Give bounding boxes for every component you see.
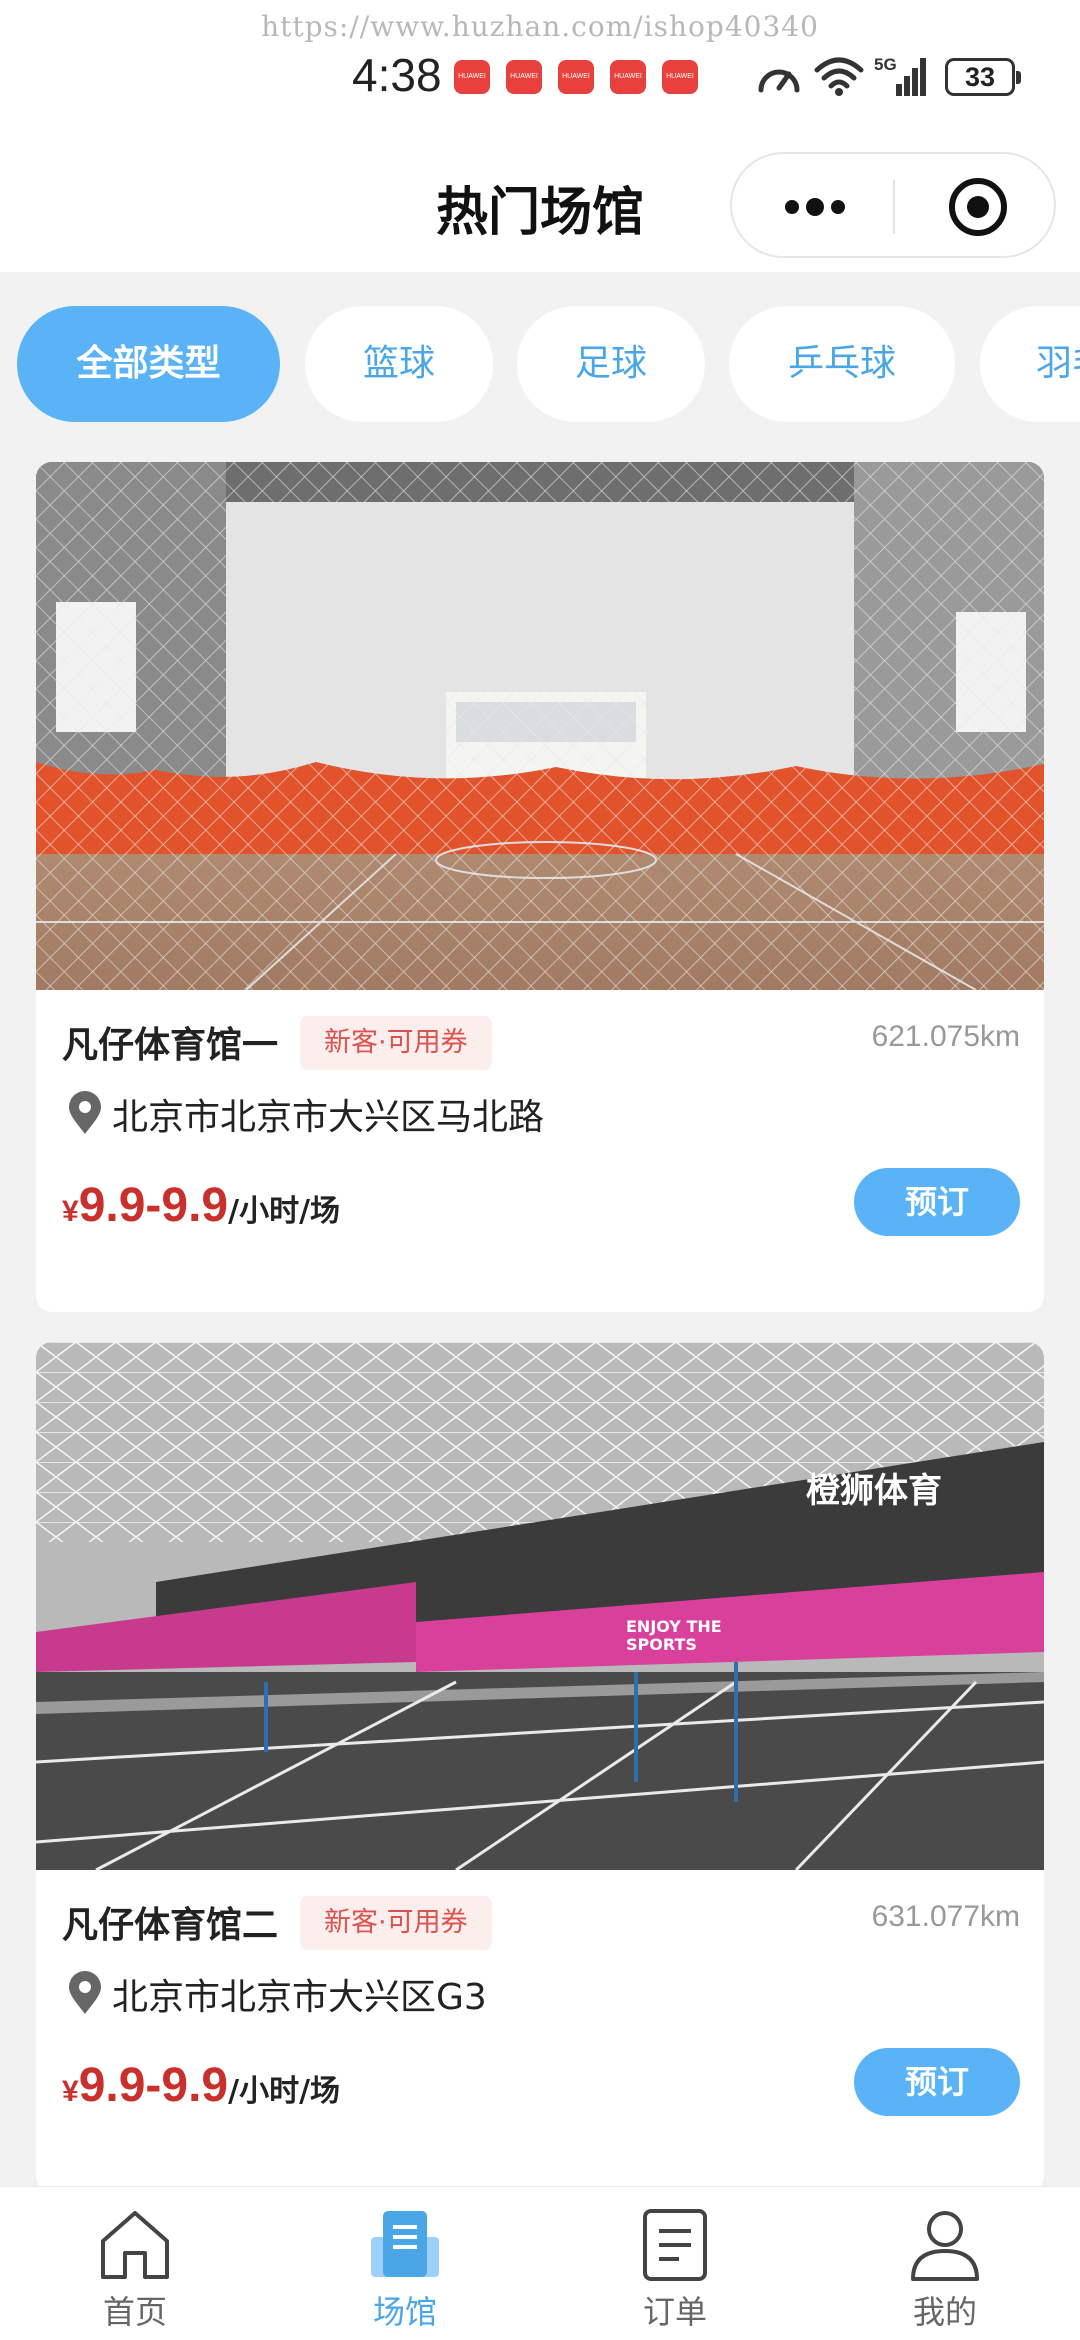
nav-bar: 热门场馆 <box>0 140 1080 272</box>
huawei-notification-icon: HUAWEI <box>454 60 490 94</box>
price-unit: /小时/场 <box>228 2074 341 2109</box>
tabbar-label: 场馆 <box>372 2293 437 2331</box>
photo-slogan-line-1: ENJOY THE <box>626 1617 722 1636</box>
tab-football[interactable]: 足球 <box>517 306 705 422</box>
status-bar: https://www.huzhan.com/ishop40340 4:38 H… <box>0 0 1080 140</box>
tabbar-item-home[interactable]: 首页 <box>0 2187 270 2340</box>
tabbar-item-mine[interactable]: 我的 <box>810 2187 1080 2340</box>
venue-distance: 621.075km <box>871 1020 1020 1053</box>
more-dots-icon[interactable] <box>780 187 850 227</box>
new-customer-coupon-badge: 新客·可用券 <box>300 1896 492 1950</box>
tab-all-types[interactable]: 全部类型 <box>17 306 280 422</box>
tabbar-label: 我的 <box>912 2293 977 2331</box>
category-tabs: 全部类型 篮球 足球 乒乓球 羽毛 <box>0 306 1080 422</box>
tabbar-item-venue[interactable]: 场馆 <box>270 2187 540 2340</box>
price-unit: /小时/场 <box>228 1194 341 1229</box>
venue-name: 凡仔体育馆一 <box>62 1025 279 1066</box>
venue-card[interactable]: 橙狮体育 ENJOY THE SPORTS 凡仔体育馆二 新客·可用券 631.… <box>36 1342 1044 2192</box>
venue-price: 9.9-9.9 <box>78 1179 229 1232</box>
huawei-notification-icon: HUAWEI <box>506 60 542 94</box>
close-target-icon[interactable] <box>946 175 1010 239</box>
location-pin-icon <box>69 1971 101 2014</box>
huawei-notification-icon: HUAWEI <box>610 60 646 94</box>
book-button[interactable]: 预订 <box>854 2048 1020 2116</box>
venue-distance: 631.077km <box>871 1900 1020 1933</box>
venue-card[interactable]: 凡仔体育馆一 新客·可用券 621.075km 北京市北京市大兴区马北路 ¥9.… <box>36 462 1044 1312</box>
huawei-notification-icon: HUAWEI <box>558 60 594 94</box>
tabbar-label: 首页 <box>102 2293 167 2331</box>
venue-address: 北京市北京市大兴区马北路 <box>112 1097 545 1138</box>
status-time: 4:38 <box>352 49 442 101</box>
price-row: ¥9.9-9.9/小时/场 <box>62 1178 340 1238</box>
currency-symbol: ¥ <box>62 1195 79 1228</box>
tabbar-item-orders[interactable]: 订单 <box>540 2187 810 2340</box>
watermark-url: https://www.huzhan.com/ishop40340 <box>261 10 819 43</box>
new-customer-coupon-badge: 新客·可用券 <box>300 1016 492 1070</box>
photo-slogan-line-2: SPORTS <box>626 1635 697 1654</box>
home-icon <box>101 2211 169 2279</box>
venue-photo <box>36 462 1044 990</box>
user-icon <box>911 2211 979 2281</box>
order-icon <box>643 2209 707 2281</box>
photo-brand-text: 橙狮体育 <box>806 1471 942 1511</box>
tab-badminton[interactable]: 羽毛 <box>980 306 1080 422</box>
svg-text:5G: 5G <box>874 55 897 74</box>
currency-symbol: ¥ <box>62 2075 79 2108</box>
venue-price: 9.9-9.9 <box>78 2059 229 2112</box>
venue-photo: 橙狮体育 ENJOY THE SPORTS <box>36 1342 1044 1870</box>
venue-address: 北京市北京市大兴区G3 <box>112 1977 487 2018</box>
venue-icon <box>371 2211 439 2277</box>
screen: https://www.huzhan.com/ishop40340 4:38 H… <box>0 0 1080 2340</box>
bottom-tab-bar: 首页 场馆 订单 我的 <box>0 2186 1080 2340</box>
tab-table-tennis[interactable]: 乒乓球 <box>729 306 955 422</box>
tab-basketball[interactable]: 篮球 <box>305 306 493 422</box>
huawei-notification-icon: HUAWEI <box>662 60 698 94</box>
venue-name: 凡仔体育馆二 <box>62 1905 279 1946</box>
wifi-icon <box>814 57 864 96</box>
signal-5g-icon: 5G <box>874 55 926 96</box>
tabbar-label: 订单 <box>642 2293 707 2331</box>
price-row: ¥9.9-9.9/小时/场 <box>62 2058 340 2118</box>
location-pin-icon <box>69 1091 101 1134</box>
book-button[interactable]: 预订 <box>854 1168 1020 1236</box>
battery-indicator: 33 <box>945 58 1021 96</box>
mini-program-capsule <box>730 152 1056 258</box>
speed-icon <box>758 69 800 93</box>
capsule-divider <box>893 180 895 234</box>
